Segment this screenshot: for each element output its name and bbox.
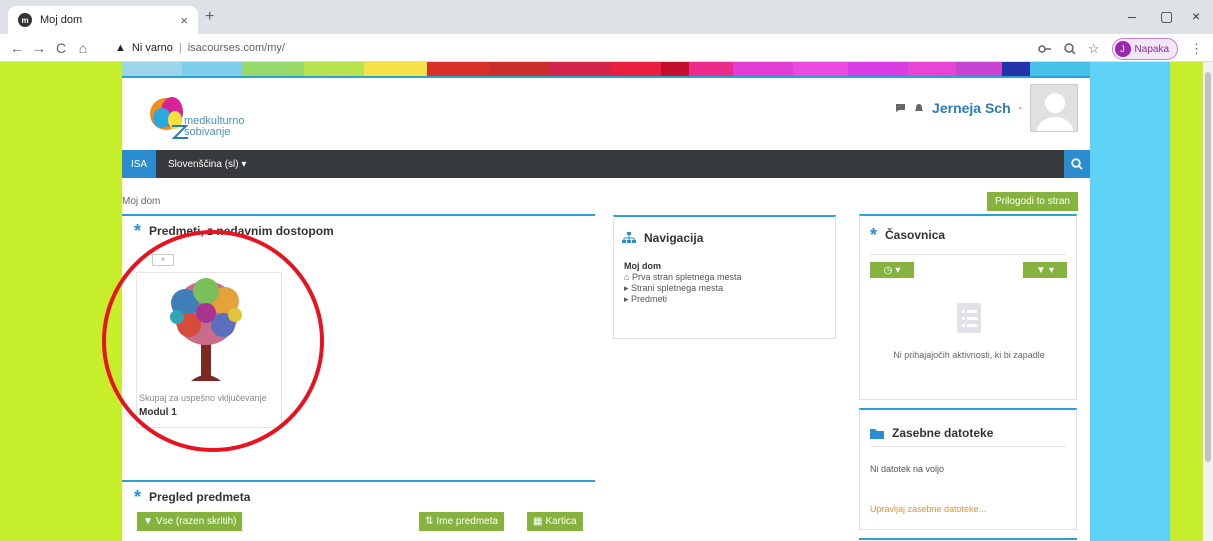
caret-right-icon: ▸: [624, 283, 629, 293]
block-star-icon: *: [134, 221, 142, 241]
course-overview-title-text: Pregled predmeta: [149, 490, 251, 504]
browser-tab[interactable]: m Moj dom ×: [8, 6, 198, 34]
grid-icon: ▦: [533, 516, 543, 527]
sort-label: Ime predmeta: [436, 516, 499, 527]
private-files-title-text: Zasebne datoteke: [892, 426, 994, 440]
timeline-empty-message: Ni prihajajočih aktivnosti, ki bi zapadl…: [893, 350, 1045, 360]
user-name[interactable]: Jerneja Sch: [932, 100, 1011, 116]
manage-private-files-link[interactable]: Upravljaj zasebne datoteke...: [870, 504, 986, 514]
notifications-bell-icon[interactable]: [914, 103, 924, 113]
nav-root-item[interactable]: Moj dom: [624, 261, 742, 272]
nav-item-home[interactable]: ⌂ Prva stran spletnega mesta: [624, 272, 742, 283]
page-scrollbar[interactable]: [1203, 62, 1213, 541]
filter-icon: ▼: [143, 516, 153, 527]
logo-line-2: sobivanje: [184, 126, 231, 138]
timeline-filter-dropdown[interactable]: ▼ ▾: [1023, 262, 1067, 278]
messages-icon[interactable]: [895, 103, 906, 113]
tab-close-icon[interactable]: ×: [180, 13, 188, 28]
warning-icon[interactable]: ▲: [115, 42, 126, 54]
scrollbar-thumb[interactable]: [1205, 72, 1211, 462]
caret-right-icon: ▸: [624, 294, 629, 304]
user-menu[interactable]: Jerneja Sch -: [895, 84, 1078, 132]
clock-icon: ◷: [883, 264, 893, 276]
navigation-title: Navigacija: [622, 231, 703, 245]
profile-label: Napaka: [1134, 43, 1169, 55]
private-files-block: Zasebne datoteke Ni datotek na voljo Upr…: [859, 408, 1077, 530]
browser-toolbar: ← → C ⌂ ▲ Ni varno | isacourses.com/my/ …: [0, 34, 1213, 62]
customize-page-button[interactable]: Prilogodi to stran: [986, 192, 1078, 211]
nav-item-courses[interactable]: ▸ Predmeti: [624, 294, 742, 305]
zoom-icon[interactable]: [1064, 43, 1076, 55]
moodle-favicon-icon: m: [18, 13, 32, 27]
empty-list-icon: [957, 303, 981, 333]
private-files-empty-message: Ni datotek na voljo: [870, 464, 945, 474]
timeline-sort-dropdown[interactable]: ◷ ▾: [870, 262, 914, 278]
main-navbar: ISA Slovenščina (sl) ▾: [122, 150, 1090, 178]
nav-item-site-pages[interactable]: ▸ Strani spletnega mesta: [624, 283, 742, 294]
avatar[interactable]: [1030, 84, 1078, 132]
filter-dropdown-button[interactable]: ▼ Vse (razen skritih): [137, 512, 243, 531]
back-icon[interactable]: ←: [6, 40, 28, 56]
highlight-circle: [102, 230, 324, 452]
sitemap-icon: [622, 232, 636, 243]
maximize-icon[interactable]: ▢: [1160, 8, 1173, 25]
filter-label: Vse (razen skritih): [155, 516, 237, 527]
profile-button[interactable]: J Napaka: [1111, 38, 1178, 60]
new-tab-icon[interactable]: +: [205, 8, 214, 26]
address-separator: |: [178, 42, 182, 54]
bookmark-star-icon[interactable]: ☆: [1088, 41, 1100, 57]
home-icon[interactable]: ⌂: [72, 40, 94, 56]
chevron-down-icon: ▾: [895, 264, 901, 276]
chevron-down-icon: ▾: [1048, 264, 1054, 276]
view-label: Kartica: [545, 516, 577, 527]
url-text: isacourses.com/my/: [187, 42, 285, 54]
view-button[interactable]: ▦ Kartica: [527, 512, 583, 531]
filter-icon: ▼: [1036, 264, 1046, 276]
search-button[interactable]: [1064, 150, 1090, 178]
nav-item-home-label: Prva stran spletnega mesta: [631, 272, 742, 282]
nav-item-site-pages-label: Strani spletnega mesta: [631, 283, 724, 293]
divider: [870, 446, 1066, 447]
course-overview-title: * Pregled predmeta: [134, 487, 251, 507]
toolbar-right: ☆ J Napaka ⋮: [1038, 38, 1203, 60]
profile-avatar: J: [1114, 41, 1131, 57]
block-star-icon: *: [134, 487, 142, 507]
logo-text: medkulturno sobivanje: [184, 116, 245, 138]
nav-item-courses-label: Predmeti: [631, 294, 668, 304]
timeline-block: * Časovnica ◷ ▾ ▼ ▾ Ni prihajajočih aktivn…: [859, 214, 1077, 400]
menu-kebab-icon[interactable]: ⋮: [1190, 41, 1203, 57]
private-files-title: Zasebne datoteke: [870, 426, 993, 440]
navigation-tree: Moj dom ⌂ Prva stran spletnega mesta ▸ S…: [624, 261, 742, 305]
navigation-title-text: Navigacija: [644, 231, 704, 245]
user-menu-caret[interactable]: -: [1019, 103, 1022, 114]
default-user-icon: [1037, 93, 1073, 131]
browser-tabbar: m Moj dom × + – ▢ ×: [0, 0, 1213, 34]
brand-link[interactable]: ISA: [122, 150, 156, 178]
tab-title: Moj dom: [40, 14, 83, 26]
security-label: Ni varno: [131, 42, 173, 54]
background-right-cyan: [1090, 62, 1170, 541]
house-icon: ⌂: [624, 272, 630, 282]
divider: [870, 254, 1066, 255]
forward-icon[interactable]: →: [28, 40, 50, 56]
sort-button[interactable]: ⇅ Ime predmeta: [419, 512, 505, 531]
breadcrumb[interactable]: Moj dom: [122, 196, 160, 207]
key-icon[interactable]: [1038, 44, 1052, 54]
sort-icon: ⇅: [425, 516, 434, 527]
minimize-icon[interactable]: –: [1128, 8, 1136, 24]
timeline-title-text: Časovnica: [885, 228, 946, 242]
folder-icon: [870, 428, 884, 439]
navigation-block: Navigacija Moj dom ⌂ Prva stran spletneg…: [613, 215, 836, 339]
timeline-title: * Časovnica: [870, 225, 946, 245]
reload-icon[interactable]: C: [50, 40, 72, 56]
address-bar[interactable]: ▲ Ni varno | isacourses.com/my/: [115, 37, 1115, 59]
language-menu[interactable]: Slovenščina (sl) ▾: [168, 159, 246, 170]
course-overview-block: * Pregled predmeta ▼ Vse (razen skritih)…: [122, 480, 595, 541]
background-left: [0, 62, 122, 541]
block-star-icon: *: [870, 225, 878, 245]
color-strip: [122, 62, 1090, 76]
search-icon: [1071, 158, 1083, 170]
window-close-icon[interactable]: ×: [1192, 8, 1200, 24]
